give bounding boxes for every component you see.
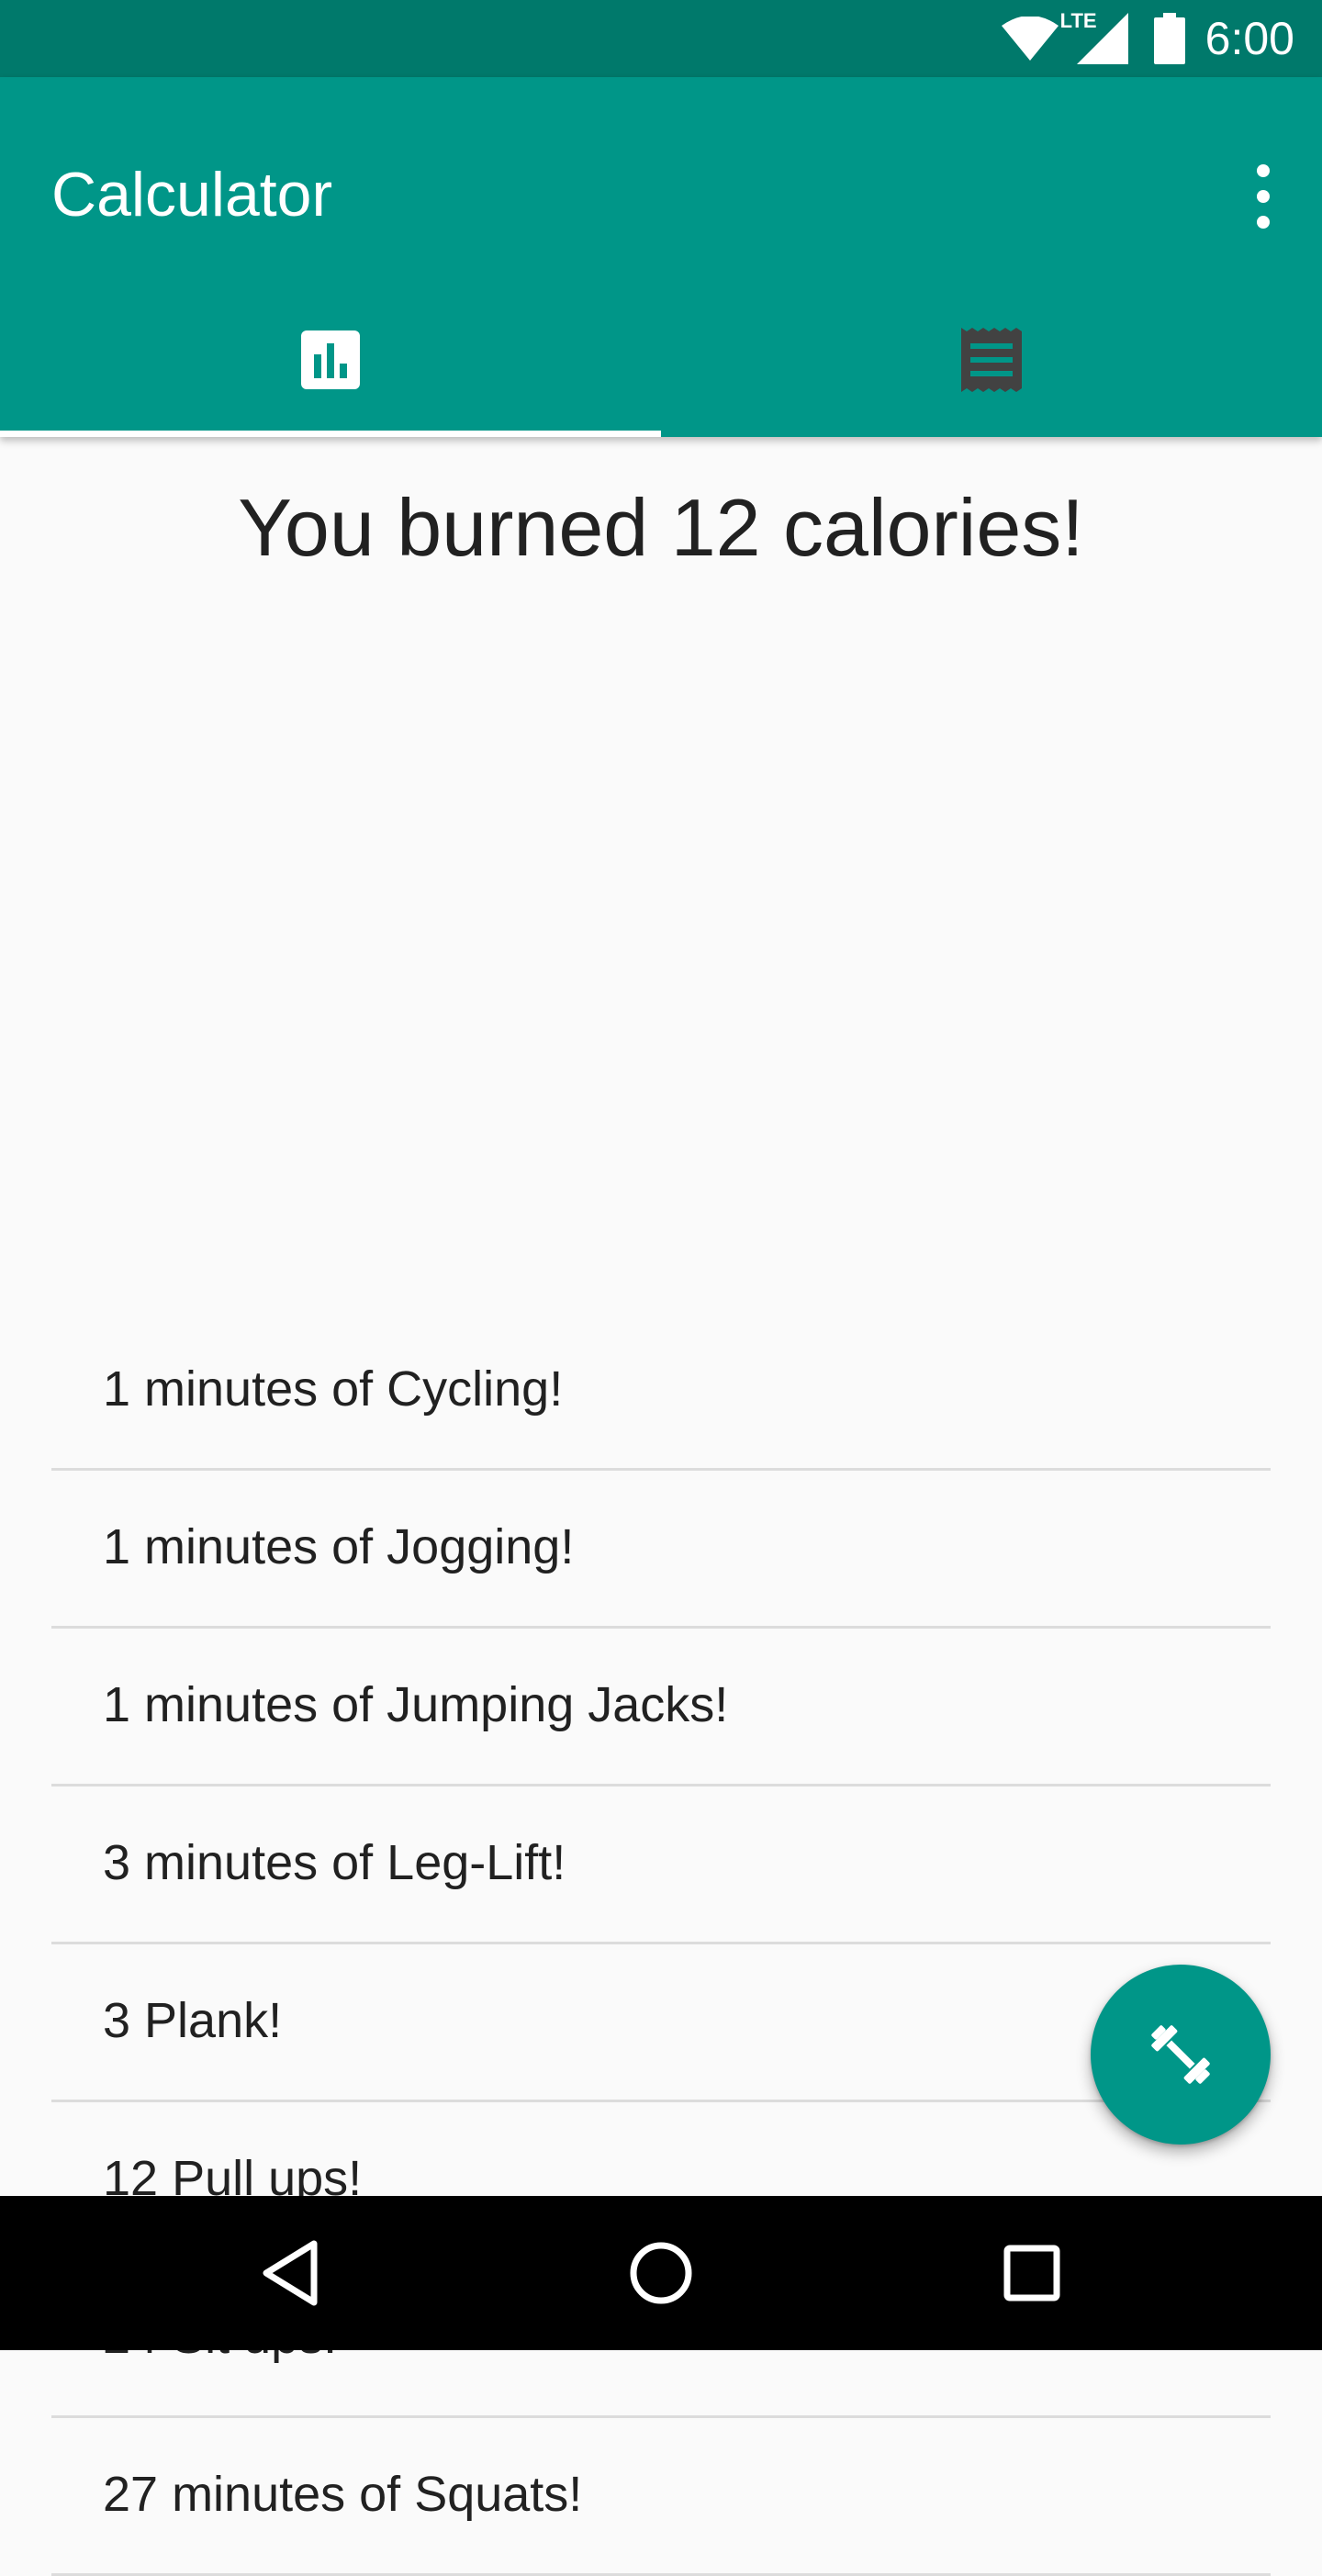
main-content: You burned 12 calories! 1 minutes of Cyc… xyxy=(0,437,1322,2576)
list-item[interactable]: 3 minutes of Leg-Lift! xyxy=(51,1786,1271,1944)
list-item[interactable]: 3 Plank! xyxy=(51,1944,1271,2102)
overflow-menu-button[interactable] xyxy=(1241,160,1285,233)
add-exercise-fab[interactable] xyxy=(1091,1965,1271,2145)
battery-icon xyxy=(1153,13,1185,64)
tab-bar xyxy=(0,283,1322,437)
network-type-label: LTE xyxy=(1059,9,1097,32)
system-nav-bar xyxy=(0,2196,1322,2350)
recents-button[interactable] xyxy=(982,2223,1081,2323)
selected-tab-indicator xyxy=(0,431,661,437)
list-item[interactable]: 1 minutes of Jumping Jacks! xyxy=(51,1629,1271,1786)
recents-icon xyxy=(1003,2245,1060,2302)
calories-summary: You burned 12 calories! xyxy=(238,482,1084,573)
more-vert-icon xyxy=(1257,164,1270,229)
cellular-signal-icon: LTE xyxy=(1060,9,1128,64)
fitness-dumbbell-icon xyxy=(1151,2025,1210,2084)
app-title: Calculator xyxy=(51,160,333,230)
list-item[interactable]: 27 minutes of Squats! xyxy=(51,2418,1271,2576)
clock-time: 6:00 xyxy=(1204,13,1294,64)
bar-chart-icon xyxy=(301,330,360,389)
tab-chart[interactable] xyxy=(0,283,661,437)
tab-history[interactable] xyxy=(661,283,1322,437)
exercise-list: 1 minutes of Cycling! 1 minutes of Joggi… xyxy=(51,1313,1271,2576)
list-item[interactable]: 1 minutes of Jogging! xyxy=(51,1471,1271,1629)
wifi-icon xyxy=(1001,17,1059,61)
status-bar: LTE 6:00 xyxy=(0,0,1322,77)
home-icon xyxy=(630,2242,692,2304)
app-bar: Calculator xyxy=(0,77,1322,437)
status-icons: LTE 6:00 xyxy=(1001,0,1294,77)
home-button[interactable] xyxy=(611,2223,711,2323)
back-icon xyxy=(263,2240,318,2306)
list-item[interactable]: 1 minutes of Cycling! xyxy=(51,1313,1271,1471)
receipt-list-icon xyxy=(961,328,1022,392)
back-button[interactable] xyxy=(241,2223,340,2323)
